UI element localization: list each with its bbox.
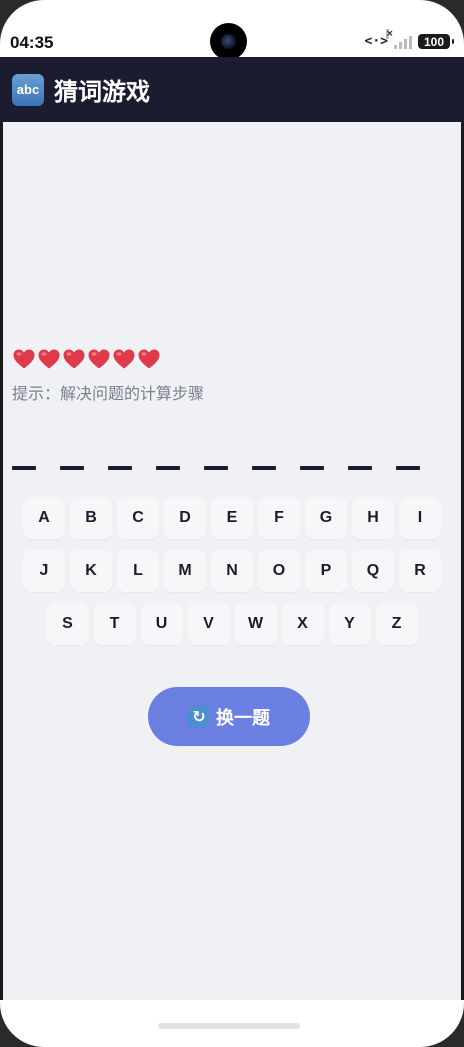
letter-blank: [60, 466, 84, 470]
heart-icon: [13, 349, 35, 369]
letter-blank: [348, 466, 372, 470]
front-camera: [210, 23, 247, 60]
letter-key-d[interactable]: D: [164, 497, 206, 539]
letter-key-o[interactable]: O: [258, 550, 300, 592]
letter-key-k[interactable]: K: [70, 550, 112, 592]
letter-key-u[interactable]: U: [140, 603, 183, 645]
letter-blank: [12, 466, 36, 470]
letter-keyboard: ABCDEFGHI JKLMNOPQR STUVWXYZ: [0, 497, 464, 656]
next-word-button[interactable]: ↻ 换一题: [148, 687, 310, 746]
letter-key-f[interactable]: F: [258, 497, 300, 539]
app-bar: abc 猜词游戏: [0, 57, 464, 122]
letter-blank: [108, 466, 132, 470]
letter-key-c[interactable]: C: [117, 497, 159, 539]
heart-icon: [63, 349, 85, 369]
navigation-bar: [0, 1000, 464, 1047]
refresh-icon: ↻: [188, 705, 210, 728]
keyboard-row: ABCDEFGHI: [0, 497, 464, 539]
app-title: 猜词游戏: [54, 78, 150, 106]
keyboard-row: STUVWXYZ: [0, 603, 464, 645]
letter-key-y[interactable]: Y: [328, 603, 371, 645]
letter-key-s[interactable]: S: [46, 603, 89, 645]
letter-key-m[interactable]: M: [164, 550, 206, 592]
letter-key-w[interactable]: W: [234, 603, 277, 645]
letter-key-h[interactable]: H: [352, 497, 394, 539]
letter-blank: [204, 466, 228, 470]
letter-key-g[interactable]: G: [305, 497, 347, 539]
letter-key-l[interactable]: L: [117, 550, 159, 592]
letter-key-i[interactable]: I: [399, 497, 441, 539]
letter-key-p[interactable]: P: [305, 550, 347, 592]
status-time: 04:35: [10, 33, 54, 52]
letter-key-z[interactable]: Z: [375, 603, 418, 645]
signal-icon: ×: [386, 28, 412, 49]
keyboard-row: JKLMNOPQR: [0, 550, 464, 592]
heart-icon: [113, 349, 135, 369]
hint-text: 提示：解决问题的计算步骤: [12, 384, 205, 403]
home-indicator[interactable]: [158, 1023, 300, 1029]
letter-key-a[interactable]: A: [23, 497, 65, 539]
heart-icon: [138, 349, 160, 369]
letter-blank: [396, 466, 420, 470]
status-icons: <·> × 100: [364, 28, 454, 49]
letter-blank: [300, 466, 324, 470]
letter-key-r[interactable]: R: [399, 550, 441, 592]
heart-icon: [38, 349, 60, 369]
network-activity-icon: <·>: [364, 34, 388, 49]
letter-blank: [252, 466, 276, 470]
letter-key-e[interactable]: E: [211, 497, 253, 539]
letter-key-q[interactable]: Q: [352, 550, 394, 592]
letter-key-b[interactable]: B: [70, 497, 112, 539]
word-blanks: [12, 466, 420, 470]
letter-key-j[interactable]: J: [23, 550, 65, 592]
lives-display: [12, 347, 161, 371]
heart-icon: [88, 349, 110, 369]
letter-key-t[interactable]: T: [93, 603, 136, 645]
letter-key-x[interactable]: X: [281, 603, 324, 645]
letter-key-n[interactable]: N: [211, 550, 253, 592]
battery-icon: 100: [418, 34, 454, 49]
next-word-label: 换一题: [216, 707, 270, 729]
letter-key-v[interactable]: V: [187, 603, 230, 645]
app-logo-icon: abc: [12, 73, 44, 106]
phone-screen: 04:35 <·> × 100 abc 猜词游戏 提示：解决问题的计算步骤 AB…: [0, 0, 464, 1047]
letter-blank: [156, 466, 180, 470]
status-bar: 04:35 <·> × 100: [0, 0, 464, 60]
